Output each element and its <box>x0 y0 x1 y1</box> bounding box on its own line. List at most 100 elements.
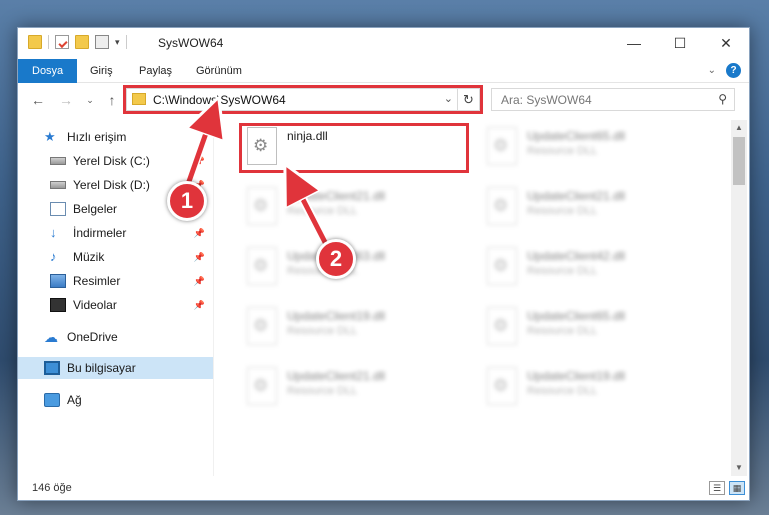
file-item[interactable]: UpdateClient42.dll Resource DLL <box>479 243 709 293</box>
onedrive-icon: ☁ <box>44 329 58 345</box>
file-item[interactable]: UpdateClient19.dll Resource DLL <box>479 363 709 413</box>
file-item[interactable]: UpdateClient65.dll Resource DLL <box>479 303 709 353</box>
separator <box>125 35 127 49</box>
refresh-icon[interactable]: ↻ <box>457 89 479 110</box>
scroll-down-icon[interactable]: ▼ <box>731 460 747 476</box>
sidebar-item-label: OneDrive <box>67 330 118 344</box>
status-bar: 146 öğe ☰ ▦ <box>18 478 749 500</box>
sidebar-item-local-disk-c[interactable]: Yerel Disk (C:) 📌 <box>18 150 213 172</box>
sidebar-item-label: Ağ <box>67 393 82 407</box>
drive-icon <box>50 181 66 189</box>
sidebar-item-this-pc[interactable]: Bu bilgisayar <box>18 357 213 379</box>
file-name: UpdateClient65.dll <box>527 309 626 323</box>
ribbon-right: ⌄ ? <box>708 63 741 78</box>
explorer-window: ▾ SysWOW64 — ☐ ✕ Dosya Giriş Paylaş Görü… <box>17 27 750 501</box>
scrollbar-thumb[interactable] <box>733 137 745 185</box>
expand-ribbon-icon[interactable]: ⌄ <box>708 65 716 76</box>
network-icon <box>44 393 60 407</box>
file-name: UpdateClient19.dll <box>287 309 386 323</box>
window-title: SysWOW64 <box>158 36 224 50</box>
star-icon: ★ <box>44 129 56 144</box>
sidebar-item-downloads[interactable]: ↓ İndirmeler 📌 <box>18 222 213 244</box>
address-bar[interactable]: C:\Windows\SysWOW64 ⌄ ↻ <box>123 85 483 114</box>
pin-icon[interactable]: 📌 <box>194 252 205 263</box>
file-name: UpdateClient65.dll <box>527 129 626 143</box>
sidebar-item-music[interactable]: ♪ Müzik 📌 <box>18 246 213 268</box>
file-item[interactable]: UpdateClient19.dll Resource DLL <box>239 303 469 353</box>
sidebar-item-network[interactable]: Ağ <box>18 389 213 411</box>
sidebar-divider <box>213 120 214 476</box>
sidebar-item-pictures[interactable]: Resimler 📌 <box>18 270 213 292</box>
search-placeholder: Ara: SysWOW64 <box>501 93 592 107</box>
details-view-icon[interactable]: ☰ <box>709 481 725 495</box>
sidebar-item-onedrive[interactable]: ☁ OneDrive <box>18 326 213 348</box>
dll-file-icon <box>247 187 277 225</box>
dll-file-icon <box>487 307 517 345</box>
qat-dropdown-icon[interactable]: ▾ <box>115 37 120 48</box>
file-name: ninja.dll <box>287 129 328 143</box>
item-count: 146 öğe <box>32 482 72 494</box>
tab-giris[interactable]: Giriş <box>90 59 113 83</box>
file-item[interactable]: UpdateClient65.dll Resource DLL <box>479 123 709 173</box>
documents-icon <box>50 202 66 216</box>
pin-icon[interactable]: 📌 <box>194 276 205 287</box>
pin-icon[interactable]: 📌 <box>194 156 205 167</box>
file-name: UpdateClient42.dll <box>527 249 626 263</box>
close-button[interactable]: ✕ <box>703 28 749 58</box>
file-item[interactable]: UpdateClient21.dll Resource DLL <box>479 183 709 233</box>
view-switcher: ☰ ▦ <box>709 481 745 495</box>
file-name: UpdateClient21.dll <box>287 369 386 383</box>
recent-locations-dropdown[interactable]: ⌄ <box>80 90 100 110</box>
address-path[interactable]: C:\Windows\SysWOW64 <box>153 93 286 107</box>
customize-icon[interactable] <box>95 35 109 49</box>
address-dropdown-icon[interactable]: ⌄ <box>444 92 453 105</box>
dll-file-icon <box>487 187 517 225</box>
sidebar-item-label: Resimler <box>73 274 121 288</box>
title-bar: ▾ SysWOW64 — ☐ ✕ <box>18 28 749 59</box>
pin-icon[interactable]: 📌 <box>194 300 205 311</box>
file-item[interactable]: UpdateClient21.dll Resource DLL <box>239 363 469 413</box>
dll-file-icon <box>247 127 277 165</box>
properties-icon[interactable] <box>55 35 69 49</box>
download-icon: ↓ <box>50 225 57 240</box>
window-controls: — ☐ ✕ <box>611 28 749 58</box>
search-input[interactable]: Ara: SysWOW64 ⚲ <box>491 88 735 111</box>
this-pc-icon <box>44 361 60 375</box>
maximize-button[interactable]: ☐ <box>657 28 703 58</box>
pin-icon[interactable]: 📌 <box>194 228 205 239</box>
forward-button[interactable]: → <box>56 90 76 110</box>
tab-paylas[interactable]: Paylaş <box>139 59 172 83</box>
sidebar-item-quick-access[interactable]: ★ Hızlı erişim <box>18 126 213 148</box>
file-item[interactable]: UpdateClient21.dll Resource DLL <box>239 183 469 233</box>
folder-icon <box>28 35 42 49</box>
sidebar-item-label: Bu bilgisayar <box>67 361 136 375</box>
scroll-up-icon[interactable]: ▲ <box>731 120 747 136</box>
sidebar-item-label: Belgeler <box>73 202 118 216</box>
search-icon[interactable]: ⚲ <box>718 92 727 106</box>
dll-file-icon <box>487 247 517 285</box>
file-item-ninja-dll[interactable]: ninja.dll <box>239 123 469 173</box>
minimize-button[interactable]: — <box>611 28 657 58</box>
up-button[interactable]: ↑ <box>102 90 122 110</box>
new-folder-icon[interactable] <box>75 35 89 49</box>
sidebar-item-label: Müzik <box>73 250 105 264</box>
navigation-bar: ← → ⌄ ↑ C:\Windows\SysWOW64 ⌄ ↻ Ara: Sys… <box>18 85 749 115</box>
sidebar-item-label: Videolar <box>73 298 117 312</box>
back-button[interactable]: ← <box>28 90 48 110</box>
vertical-scrollbar[interactable]: ▲ ▼ <box>731 120 747 476</box>
file-description: Resource DLL <box>287 325 358 337</box>
file-description: Resource DLL <box>527 265 598 277</box>
help-icon[interactable]: ? <box>726 63 741 78</box>
tiles-view-icon[interactable]: ▦ <box>729 481 745 495</box>
step-2-badge: 2 <box>316 239 356 279</box>
tab-dosya[interactable]: Dosya <box>18 59 78 83</box>
tab-gorunum[interactable]: Görünüm <box>196 59 242 83</box>
sidebar-item-videos[interactable]: Videolar 📌 <box>18 294 213 316</box>
ribbon-tabs: Dosya Giriş Paylaş Görünüm ⌄ ? <box>18 59 749 83</box>
dll-file-icon <box>247 367 277 405</box>
file-name: UpdateClient21.dll <box>527 189 626 203</box>
videos-icon <box>50 298 66 312</box>
sidebar-item-label: Hızlı erişim <box>67 130 127 144</box>
file-name: UpdateClient19.dll <box>527 369 626 383</box>
file-description: Resource DLL <box>527 205 598 217</box>
